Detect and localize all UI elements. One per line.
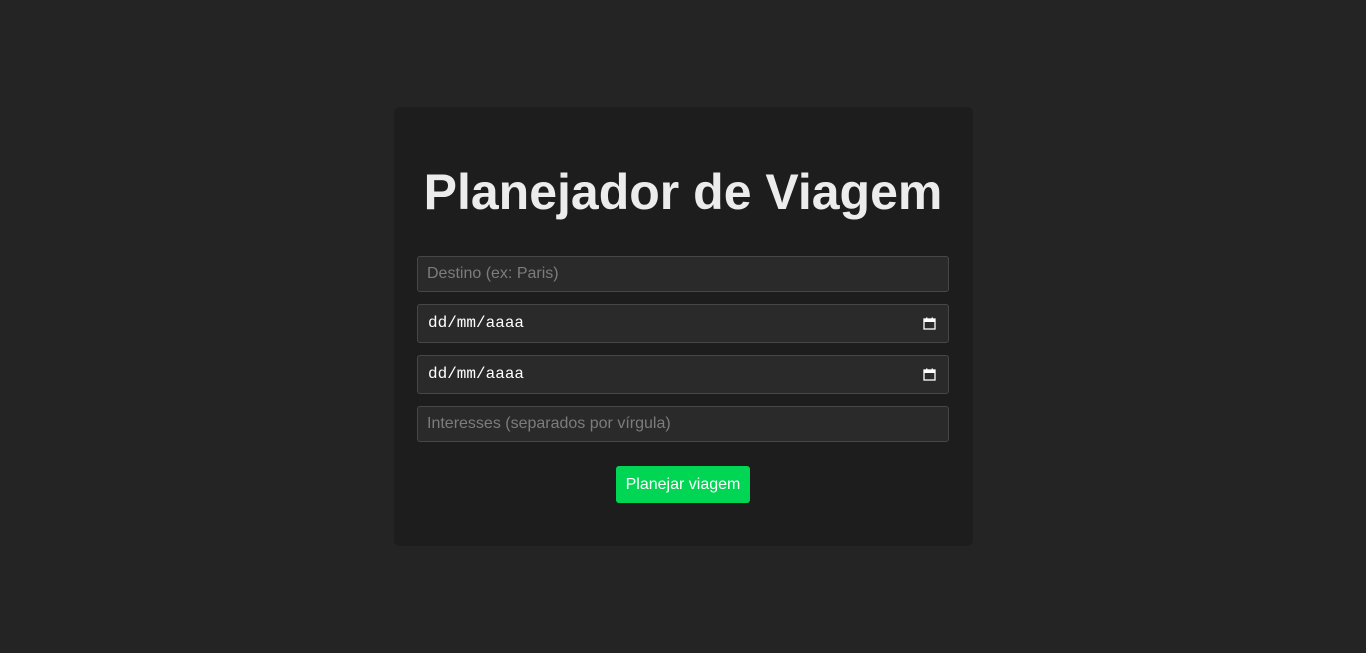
start-date-field[interactable]: dd/mm/aaaa (417, 304, 949, 343)
destination-input[interactable] (418, 257, 948, 291)
end-date-text: dd/mm/aaaa (428, 365, 525, 383)
plan-trip-button[interactable]: Planejar viagem (616, 466, 750, 503)
start-date-text: dd/mm/aaaa (428, 314, 525, 332)
interests-field[interactable] (417, 406, 949, 442)
page-title: Planejador de Viagem (423, 164, 943, 220)
end-date-field[interactable]: dd/mm/aaaa (417, 355, 949, 394)
interests-input[interactable] (418, 407, 948, 441)
calendar-icon[interactable] (923, 368, 936, 381)
destination-field[interactable] (417, 256, 949, 292)
calendar-icon[interactable] (923, 317, 936, 330)
